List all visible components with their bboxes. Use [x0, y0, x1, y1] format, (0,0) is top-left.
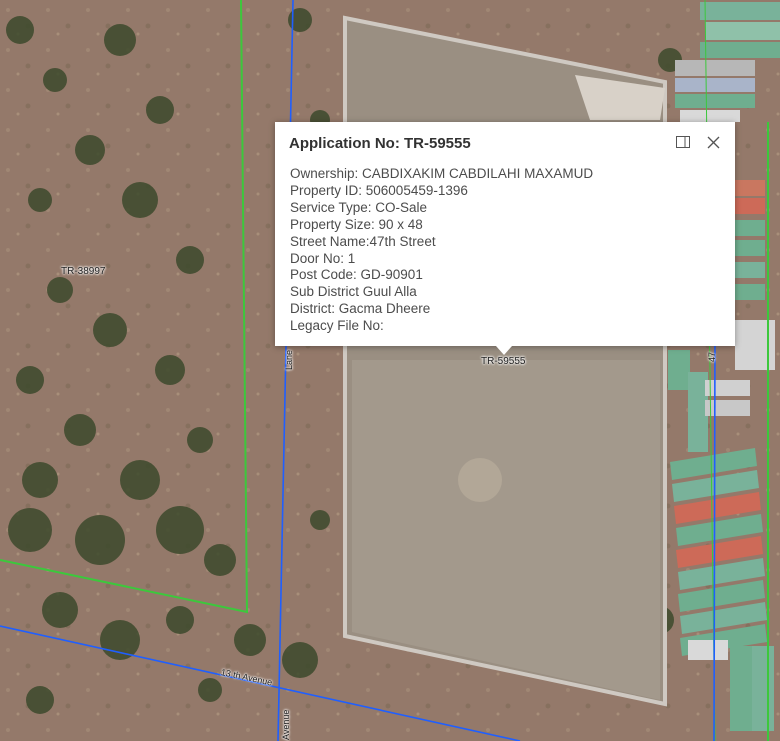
road-label-lane: Lane [284, 349, 294, 370]
field-property-size: Property Size: 90 x 48 [290, 216, 423, 232]
field-service-type: Service Type: CO-Sale [290, 199, 428, 215]
dock-icon[interactable] [673, 132, 693, 152]
field-property-id: Property ID: 506005459-1396 [290, 182, 468, 198]
popup-pointer [496, 346, 512, 355]
field-door-no: Door No: 1 [290, 250, 356, 266]
map-view[interactable] [0, 0, 780, 741]
road-label-avenue: Avenue [281, 709, 291, 740]
field-sub-district: Sub District Guul Alla [290, 284, 417, 300]
road-label-47th-street: 47 [707, 351, 717, 362]
field-district: District: Gacma Dheere [290, 301, 431, 317]
popup-attributes: Ownership: CABDIXAKIM CABDILAHI MAXAMUD … [290, 166, 593, 335]
field-legacy-file-no: Legacy File No: [290, 318, 384, 334]
parcel-label-tr-59555[interactable]: TR-59555 [481, 356, 525, 367]
field-post-code: Post Code: GD-90901 [290, 267, 423, 283]
popup-title: Application No: TR-59555 [289, 135, 471, 152]
close-icon[interactable] [703, 132, 723, 152]
parcel-label-tr-38997[interactable]: TR-38997 [61, 266, 105, 277]
field-street-name: Street Name:47th Street [290, 233, 436, 249]
feature-popup: Application No: TR-59555 Ownership: CABD… [275, 122, 735, 355]
yard-mound [458, 458, 502, 502]
popup-toolbar [673, 132, 723, 152]
field-ownership: Ownership: CABDIXAKIM CABDILAHI MAXAMUD [290, 166, 594, 181]
